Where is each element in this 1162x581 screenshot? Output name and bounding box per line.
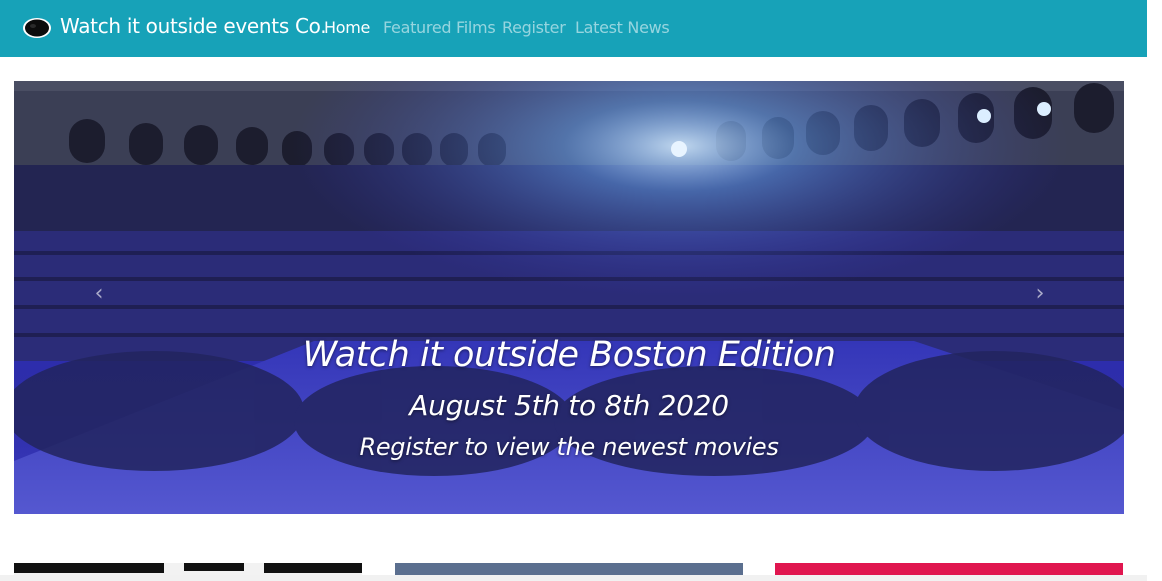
hero-dates: August 5th to 8th 2020 — [409, 389, 729, 422]
nav-featured-films-link[interactable]: Featured Films — [383, 18, 496, 37]
hero-title: Watch it outside Boston Edition — [302, 335, 836, 375]
hero-subtitle: Register to view the newest movies — [359, 433, 779, 461]
hero-carousel: ‹ › Watch it outside Boston Edition Augu… — [14, 81, 1124, 514]
nav-latest-news-link[interactable]: Latest News — [575, 18, 670, 37]
brand-name[interactable]: Watch it outside events Co. — [60, 14, 327, 38]
navbar: Watch it outside events Co. Home Feature… — [0, 0, 1147, 57]
chevron-left-icon: ‹ — [94, 281, 104, 306]
chevron-right-icon: › — [1035, 281, 1045, 306]
brand-logo-icon[interactable] — [22, 17, 52, 39]
horizontal-scrollbar[interactable] — [0, 575, 1147, 581]
nav-home-link[interactable]: Home — [324, 18, 370, 37]
carousel-prev-button[interactable]: ‹ — [84, 279, 114, 309]
carousel-next-button[interactable]: › — [1025, 279, 1055, 309]
nav-register-link[interactable]: Register — [502, 18, 566, 37]
vertical-scrollbar[interactable] — [1147, 0, 1162, 581]
